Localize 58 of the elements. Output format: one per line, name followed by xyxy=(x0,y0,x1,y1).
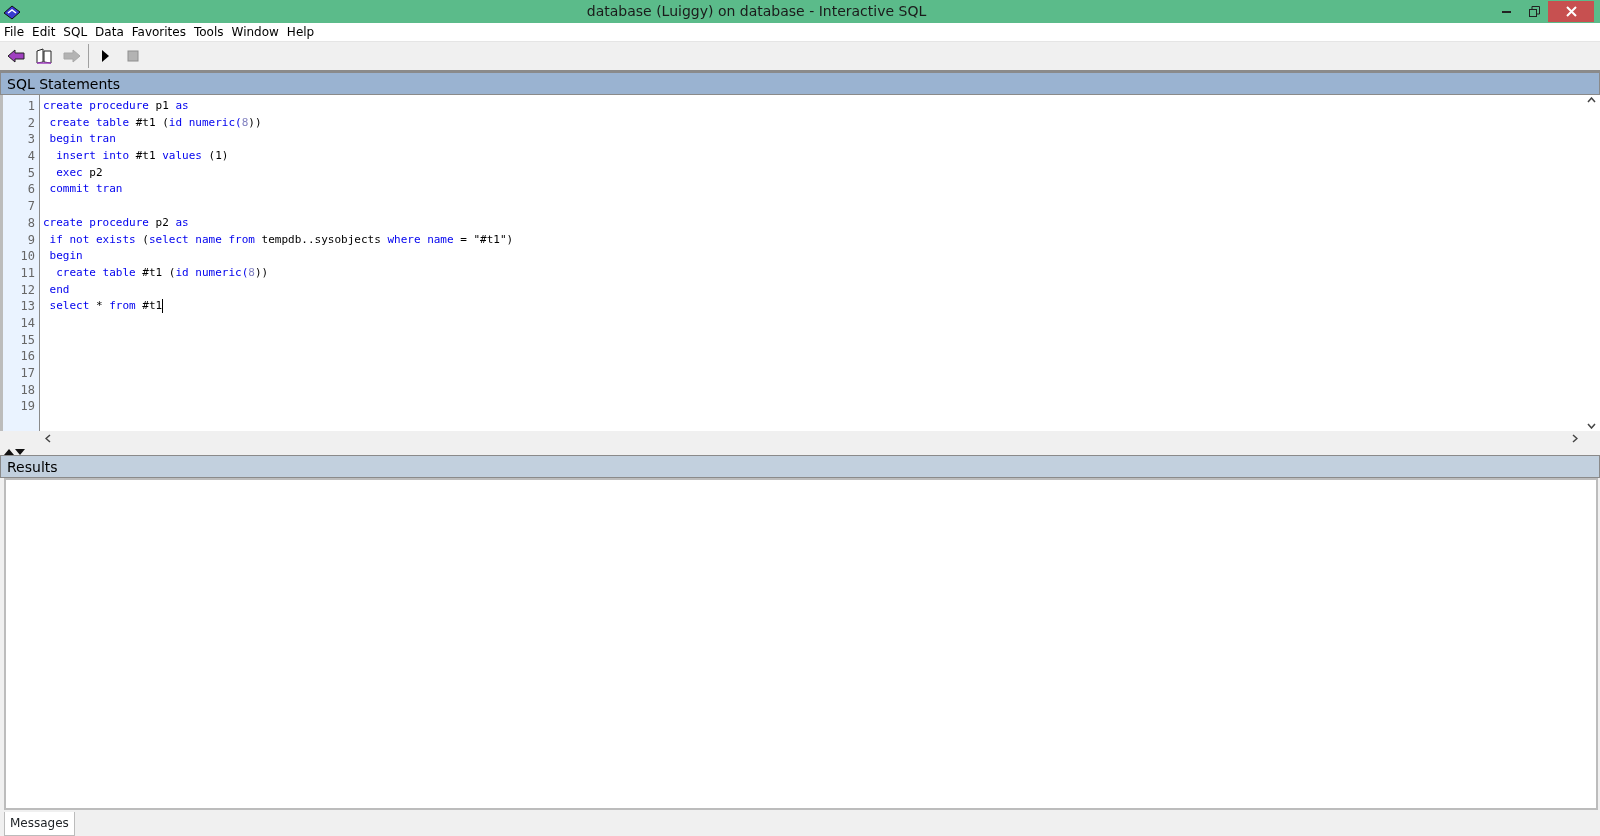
menu-item[interactable]: SQL xyxy=(59,23,92,41)
code-line: create table #t1 (id numeric(8)) xyxy=(55,264,269,281)
app-icon xyxy=(3,3,21,20)
line-number: 18 xyxy=(19,381,35,399)
code-line: create procedure p1 as xyxy=(43,98,189,114)
scroll-right-icon[interactable] xyxy=(1572,433,1578,443)
panel-header: SQL Statements xyxy=(0,72,1600,95)
stop-icon xyxy=(127,50,139,62)
menu-item[interactable]: Help xyxy=(282,23,319,41)
code-line: exec p2 xyxy=(55,164,103,181)
menu-item[interactable]: File xyxy=(0,23,29,41)
menu-item[interactable]: Edit xyxy=(28,23,60,41)
code-line: create table #t1 (id numeric(8)) xyxy=(48,114,262,131)
window-title: database (Luiggy) on database - Interactive SQL xyxy=(585,2,928,21)
line-number: 8 xyxy=(26,214,35,232)
menu-item[interactable]: Favorites xyxy=(127,23,190,41)
code-line: begin tran xyxy=(48,131,116,148)
close-icon xyxy=(1565,6,1577,17)
menu-item[interactable]: Window xyxy=(227,23,283,41)
line-number: 1 xyxy=(26,98,35,115)
line-number: 10 xyxy=(19,248,35,265)
line-number: 19 xyxy=(19,398,35,416)
line-number: 7 xyxy=(26,198,35,215)
line-number: 16 xyxy=(19,348,35,365)
code-line: if not exists (select name from tempdb..sysobjects where name = "#t1") xyxy=(48,231,514,248)
splitter-arrows-icon[interactable] xyxy=(4,448,26,455)
line-number: 9 xyxy=(26,231,35,249)
line-number: 15 xyxy=(19,331,35,349)
close-button[interactable] xyxy=(1548,1,1594,22)
scroll-up-icon[interactable] xyxy=(1587,97,1596,103)
code-line: insert into #t1 values (1) xyxy=(55,148,229,165)
code-line: begin xyxy=(48,248,83,265)
code-line: create procedure p2 as xyxy=(43,214,189,231)
back-arrow-icon xyxy=(7,49,25,63)
line-number: 5 xyxy=(26,164,35,182)
panel-header: Results xyxy=(0,455,1600,478)
restore-icon xyxy=(1528,6,1540,17)
line-number: 3 xyxy=(26,131,35,149)
line-number: 4 xyxy=(26,148,35,165)
line-number: 2 xyxy=(26,114,35,132)
code-line: end xyxy=(48,281,70,298)
book-icon xyxy=(35,48,53,64)
menu-item[interactable]: Data xyxy=(91,23,128,41)
code-line: select * from #t1 xyxy=(48,298,163,315)
line-number: 12 xyxy=(19,281,35,299)
forward-arrow-icon xyxy=(63,49,81,63)
tab[interactable]: Messages xyxy=(4,812,75,836)
play-icon xyxy=(100,49,110,63)
scroll-left-icon[interactable] xyxy=(45,433,51,443)
line-number: 13 xyxy=(19,298,35,315)
minimize-icon xyxy=(1501,10,1511,13)
menu-item[interactable]: Tools xyxy=(189,23,228,41)
code-line: commit tran xyxy=(48,181,123,198)
line-number: 17 xyxy=(19,365,35,382)
line-number: 14 xyxy=(19,314,35,332)
line-number: 6 xyxy=(26,181,35,199)
scroll-down-icon[interactable] xyxy=(1587,423,1596,429)
line-number: 11 xyxy=(19,264,35,282)
